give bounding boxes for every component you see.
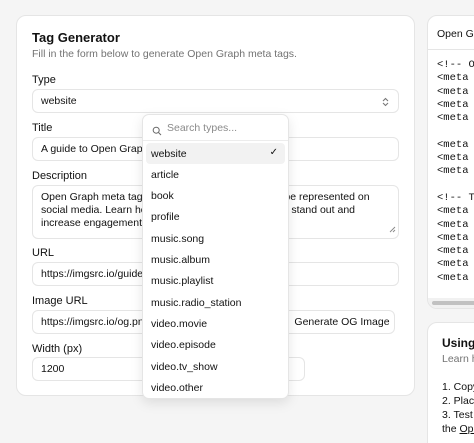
dropdown-option-music-album[interactable]: music.album	[146, 250, 285, 271]
code-line: <meta p	[437, 85, 469, 98]
url-label: URL	[32, 247, 55, 259]
code-line: <meta n	[437, 231, 469, 244]
code-output-card: Open Gr <!-- Op<meta p<meta p<meta p<met…	[427, 15, 474, 309]
code-line: <meta p	[437, 165, 469, 178]
dropdown-option-label: profile	[151, 211, 180, 224]
dropdown-option-profile[interactable]: profile	[146, 207, 285, 228]
code-block: <!-- Op<meta p<meta p<meta p<meta p <met…	[428, 50, 474, 285]
dropdown-option-music-radio-station[interactable]: music.radio_station	[146, 292, 285, 313]
using-step: 1. Copy	[442, 381, 474, 393]
dropdown-option-label: video.tv_show	[151, 360, 218, 373]
title-label: Title	[32, 122, 53, 134]
code-tab-label: Open Gr	[428, 16, 474, 50]
dropdown-option-label: book	[151, 190, 174, 203]
code-line: <!-- Tw	[437, 191, 474, 204]
dropdown-option-music-song[interactable]: music.song	[146, 228, 285, 249]
dropdown-option-label: video.movie	[151, 317, 208, 330]
code-line: <meta n	[437, 258, 469, 271]
code-line: <meta p	[437, 98, 469, 111]
using-step: 3. Test	[442, 409, 473, 421]
dropdown-option-video-tv-show[interactable]: video.tv_show	[146, 356, 285, 377]
dropdown-option-label: website	[151, 147, 187, 160]
code-line: <meta n	[437, 245, 469, 258]
open-graph-link[interactable]: Open	[460, 423, 474, 435]
code-line: <meta n	[437, 205, 469, 218]
dropdown-option-video-movie[interactable]: video.movie	[146, 313, 285, 334]
using-step: 2. Place	[442, 395, 474, 407]
check-icon: ✓	[269, 147, 278, 158]
generate-og-image-button[interactable]: Generate OG Image	[273, 310, 395, 334]
type-select-value: website	[41, 95, 77, 107]
card-subtitle: Fill in the form below to generate Open …	[32, 48, 297, 60]
dropdown-option-label: music.playlist	[151, 275, 214, 288]
using-title: Using	[442, 336, 474, 350]
type-dropdown-menu: website ✓ article book profile music.song musi…	[142, 114, 289, 399]
generate-button-label: Generate OG Image	[294, 316, 390, 328]
code-line: <!-- Op	[437, 59, 474, 71]
dropdown-option-label: music.radio_station	[151, 296, 242, 309]
code-line: <meta p	[437, 138, 469, 151]
dropdown-option-label: article	[151, 168, 180, 181]
using-subtitle: Learn h	[442, 353, 474, 365]
search-icon	[152, 123, 162, 136]
using-instructions-card: Using Learn h 1. Copy 2. Place 3. Test t…	[427, 322, 474, 443]
code-line: <meta p	[437, 152, 469, 165]
dropdown-option-label: video.episode	[151, 339, 216, 352]
dropdown-option-label: music.song	[151, 232, 205, 245]
using-step: the Open	[442, 423, 474, 435]
search-types-input[interactable]	[167, 119, 282, 137]
scrollbar-thumb[interactable]	[432, 301, 474, 305]
dropdown-option-video-episode[interactable]: video.episode	[146, 335, 285, 356]
type-label: Type	[32, 74, 56, 86]
dropdown-option-article[interactable]: article	[146, 164, 285, 185]
dropdown-option-label: music.album	[151, 254, 210, 266]
card-title: Tag Generator	[32, 30, 120, 45]
resize-handle-icon[interactable]	[389, 224, 396, 237]
dropdown-option-book[interactable]: book	[146, 186, 285, 207]
chevron-updown-icon	[382, 97, 389, 107]
using-step-prefix: the	[442, 423, 460, 435]
dropdown-search	[143, 115, 288, 141]
width-label: Width (px)	[32, 343, 83, 355]
code-line: <meta n	[437, 271, 469, 284]
description-label: Description	[32, 170, 88, 182]
dropdown-option-label: video.other	[151, 381, 203, 394]
dropdown-option-video-other[interactable]: video.other	[146, 377, 285, 398]
image-url-label: Image URL	[32, 295, 88, 307]
dropdown-option-website[interactable]: website ✓	[146, 143, 285, 164]
code-line: <meta p	[437, 72, 469, 85]
horizontal-scrollbar[interactable]	[428, 298, 474, 308]
code-line: <meta n	[437, 218, 469, 231]
type-select[interactable]: website	[32, 89, 399, 113]
code-line: <meta p	[437, 112, 469, 125]
dropdown-option-music-playlist[interactable]: music.playlist	[146, 271, 285, 292]
